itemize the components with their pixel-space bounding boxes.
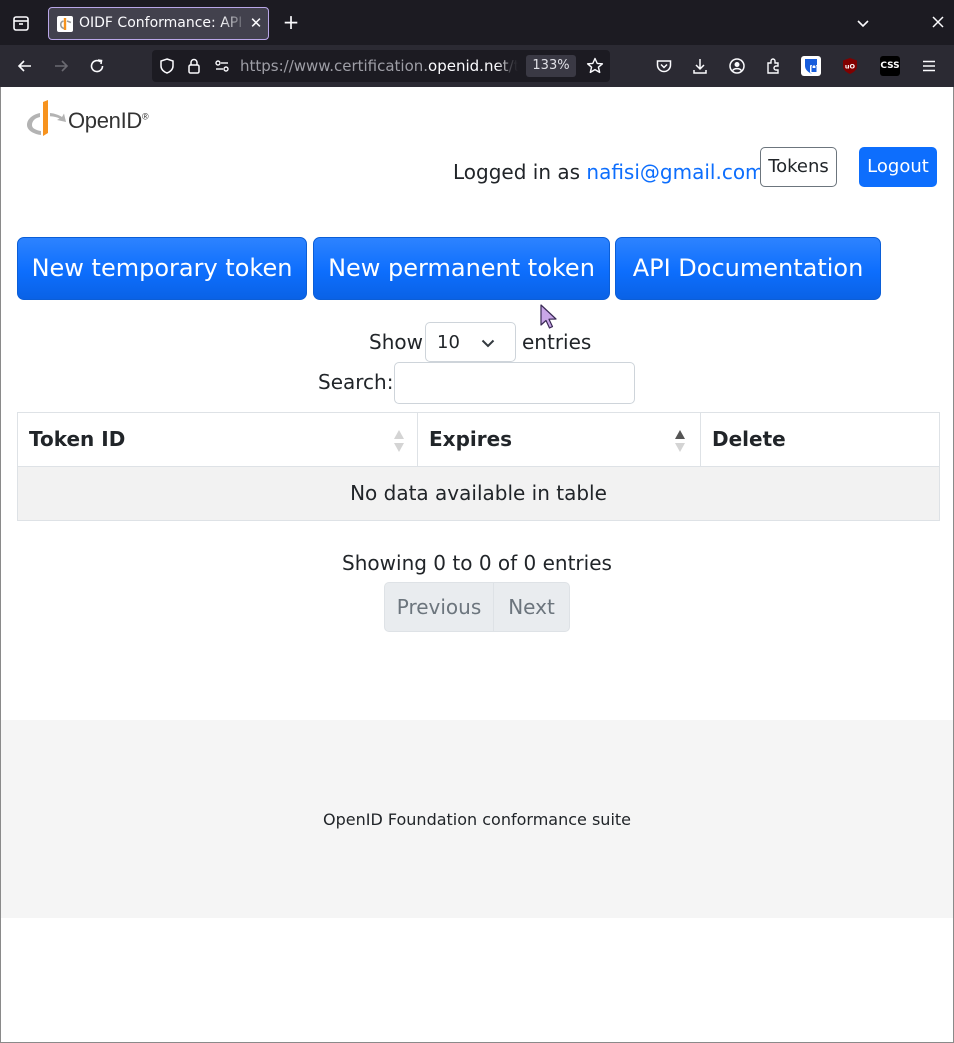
column-header-label: Token ID	[29, 427, 126, 451]
lock-icon[interactable]	[183, 55, 205, 77]
new-permanent-token-button[interactable]: New permanent token	[313, 237, 610, 300]
logged-in-status: Logged in as nafisi@gmail.com	[453, 160, 765, 184]
extensions-icon[interactable]	[762, 55, 784, 77]
user-email-link[interactable]: nafisi@gmail.com	[586, 160, 764, 184]
pocket-icon[interactable]	[653, 55, 675, 77]
sort-ascending-icon	[673, 428, 687, 454]
url-suffix: /tokens.html	[508, 57, 518, 75]
firefox-view-icon[interactable]	[10, 12, 32, 34]
logout-button[interactable]: Logout	[859, 147, 937, 187]
reload-icon[interactable]	[86, 55, 108, 77]
page-size-value: 10	[437, 332, 460, 353]
star-icon[interactable]	[584, 55, 606, 77]
openid-logo[interactable]: OpenID®	[25, 100, 149, 140]
forward-arrow-icon[interactable]	[50, 55, 72, 77]
openid-favicon-icon	[57, 16, 73, 32]
tab-title: OIDF Conformance: API Tokens	[79, 15, 247, 31]
column-header-label: Expires	[429, 427, 513, 451]
empty-table-message: No data available in table	[18, 467, 939, 520]
tab-close-icon[interactable]: ✕	[247, 14, 265, 32]
logo-registered-mark: ®	[142, 111, 149, 122]
column-header-delete: Delete	[701, 413, 939, 467]
search-input[interactable]	[394, 362, 635, 404]
chevron-down-icon[interactable]	[852, 12, 874, 34]
url-bar[interactable]: https://www.certification.openid.net/tok…	[152, 50, 610, 82]
svg-text:uO: uO	[845, 63, 856, 71]
download-icon[interactable]	[689, 55, 711, 77]
permissions-icon[interactable]	[211, 55, 233, 77]
ublock-origin-icon[interactable]: uO	[840, 56, 860, 76]
browser-tab-bar: OIDF Conformance: API Tokens ✕ +	[0, 0, 954, 45]
table-info: Showing 0 to 0 of 0 entries	[342, 551, 612, 575]
api-documentation-button[interactable]: API Documentation	[615, 237, 881, 300]
back-arrow-icon[interactable]	[14, 55, 36, 77]
tokens-table: Token ID Expires Delete No data availabl…	[17, 412, 940, 521]
column-header-label: Delete	[712, 427, 786, 451]
mouse-cursor-icon	[540, 304, 558, 330]
logo-text-word: OpenID	[68, 108, 143, 133]
logo-text: OpenID®	[68, 108, 149, 134]
pagination: Previous Next	[384, 582, 570, 632]
bitwarden-extension-icon[interactable]	[801, 56, 821, 76]
zoom-level-badge[interactable]: 133%	[526, 55, 576, 77]
shield-icon[interactable]	[156, 55, 178, 77]
next-page-button[interactable]: Next	[494, 583, 569, 631]
show-label: Show	[369, 330, 423, 354]
new-temporary-token-button[interactable]: New temporary token	[17, 237, 307, 300]
account-icon[interactable]	[726, 55, 748, 77]
logged-in-prefix: Logged in as	[453, 160, 587, 184]
url-text: https://www.certification.openid.net/tok…	[240, 57, 518, 75]
page-size-select[interactable]: 10	[425, 322, 516, 362]
column-header-expires[interactable]: Expires	[418, 413, 701, 467]
css-extension-icon[interactable]: CSS	[880, 56, 900, 76]
openid-logo-mark-icon	[27, 100, 66, 136]
footer: OpenID Foundation conformance suite	[0, 720, 954, 918]
plus-icon[interactable]: +	[280, 11, 302, 33]
window-close-icon[interactable]	[928, 12, 948, 32]
search-label: Search:	[318, 370, 394, 394]
previous-page-button[interactable]: Previous	[385, 583, 494, 631]
tokens-button[interactable]: Tokens	[760, 147, 837, 187]
footer-text: OpenID Foundation conformance suite	[323, 810, 631, 829]
sort-both-icon	[392, 428, 406, 454]
url-prefix: https://www.certification.	[240, 57, 429, 75]
browser-nav-bar: https://www.certification.openid.net/tok…	[0, 45, 954, 87]
column-header-token-id[interactable]: Token ID	[18, 413, 418, 467]
hamburger-menu-icon[interactable]	[918, 55, 940, 77]
entries-label: entries	[522, 330, 592, 354]
chevron-down-icon	[480, 335, 496, 351]
browser-tab-active[interactable]: OIDF Conformance: API Tokens ✕	[48, 7, 269, 40]
url-domain: openid.net	[428, 57, 509, 75]
